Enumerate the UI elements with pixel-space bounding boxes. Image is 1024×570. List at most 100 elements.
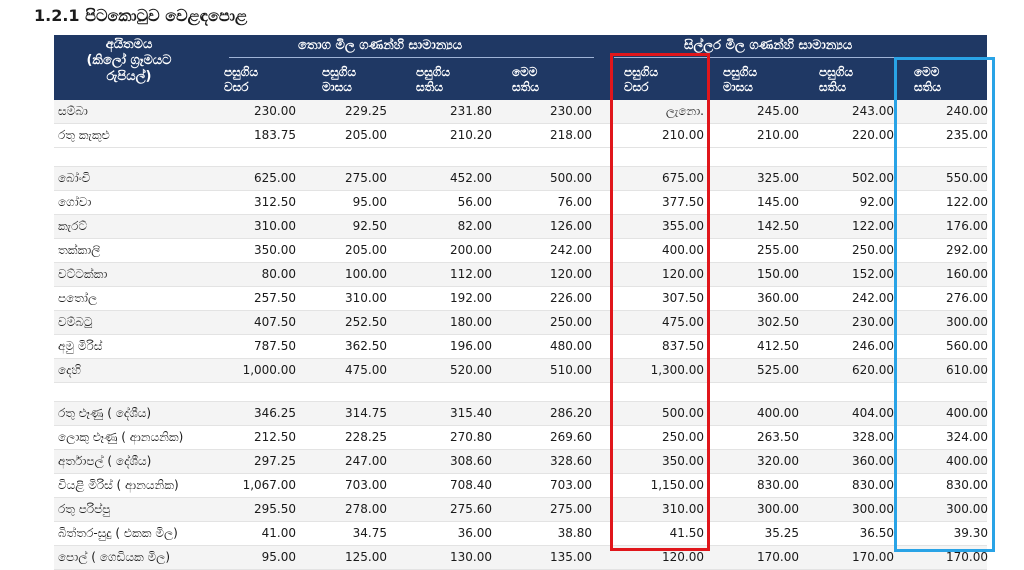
table-row: පොල් ( ගෙඩියක මිල) 95.00 125.00 130.00 135.0…: [54, 546, 988, 570]
item-name: දෙහි: [58, 363, 81, 377]
price-cell: 502.00: [852, 171, 894, 185]
price-cell: 126.00: [550, 219, 592, 233]
price-cell: 300.00: [946, 502, 988, 516]
table-row: දෙහි 1,000.00 475.00 520.00 510.00 1,300.00 52…: [54, 359, 988, 383]
price-cell: 830.00: [852, 478, 894, 492]
sub-header-5: පසුගිය මාසය: [723, 65, 757, 94]
price-cell: 76.00: [557, 195, 592, 209]
item-name: ගෝවා: [58, 195, 92, 209]
price-cell: 703.00: [550, 478, 592, 492]
price-cell: 310.00: [345, 291, 387, 305]
price-cell: 80.00: [261, 267, 296, 281]
price-cell: 39.30: [953, 526, 988, 540]
price-cell: 452.00: [450, 171, 492, 185]
price-cell: 275.00: [345, 171, 387, 185]
sub-header-7: මෙම සතිය: [914, 65, 942, 94]
price-cell: 250.00: [662, 430, 704, 444]
price-cell: 1,150.00: [650, 478, 704, 492]
price-cell: 220.00: [852, 128, 894, 142]
price-cell: 36.00: [457, 526, 492, 540]
price-cell: 243.00: [852, 104, 894, 118]
item-name: බිත්තර-සුදු ( එකක මිල): [58, 526, 178, 540]
price-cell: 325.00: [757, 171, 799, 185]
table-row: බෝංචි 625.00 275.00 452.00 500.00 675.00 325.0…: [54, 167, 988, 191]
sub-header-1: පසුගිය මාසය: [322, 65, 356, 94]
price-cell: 400.00: [946, 454, 988, 468]
table-row: රතු ළූණු ( දේශීය) 346.25 314.75 315.40 286.2…: [54, 402, 988, 426]
price-cell: 100.00: [345, 267, 387, 281]
price-cell: 312.50: [254, 195, 296, 209]
table-row: වම්බටු 407.50 252.50 180.00 250.00 475.00 302.…: [54, 311, 988, 335]
price-cell: 355.00: [662, 219, 704, 233]
price-cell: 703.00: [345, 478, 387, 492]
item-name: වම්බටු: [58, 315, 93, 329]
table-row: වට්ටක්කා 80.00 100.00 112.00 120.00 120.00 150…: [54, 263, 988, 287]
price-cell: 328.60: [550, 454, 592, 468]
price-cell: 183.75: [254, 128, 296, 142]
price-cell: 95.00: [352, 195, 387, 209]
price-cell: 500.00: [550, 171, 592, 185]
price-cell: 269.60: [550, 430, 592, 444]
price-cell: 210.20: [450, 128, 492, 142]
price-cell: 708.40: [450, 478, 492, 492]
price-cell: 360.00: [852, 454, 894, 468]
price-cell: 34.75: [352, 526, 387, 540]
price-cell: 230.00: [550, 104, 592, 118]
price-cell: 362.50: [345, 339, 387, 353]
item-name: ලොකු ළූණු ( ආනයනික): [58, 430, 184, 444]
price-cell: 308.60: [450, 454, 492, 468]
price-cell: 480.00: [550, 339, 592, 353]
price-cell: 1,067.00: [242, 478, 296, 492]
price-cell: 1,000.00: [242, 363, 296, 377]
price-cell: 145.00: [757, 195, 799, 209]
price-cell: 625.00: [254, 171, 296, 185]
price-cell: 525.00: [757, 363, 799, 377]
retail-group-header: සිල්ලර මිල ගණන්හි සාමාන්‍යය: [684, 38, 853, 53]
price-cell: 122.00: [946, 195, 988, 209]
price-cell: 787.50: [254, 339, 296, 353]
price-cell: 300.00: [757, 502, 799, 516]
price-cell: 36.50: [859, 526, 894, 540]
price-cell: 500.00: [662, 406, 704, 420]
sub-header-3: මෙම සතිය: [512, 65, 540, 94]
price-cell: 135.00: [550, 550, 592, 564]
price-cell: 307.50: [662, 291, 704, 305]
table-row: ගෝවා 312.50 95.00 56.00 76.00 377.50 145.00 92.…: [54, 191, 988, 215]
price-cell: 230.00: [852, 315, 894, 329]
price-cell: 255.00: [757, 243, 799, 257]
price-cell: 328.00: [852, 430, 894, 444]
sub-header-0: පසුගිය වසර: [224, 65, 258, 94]
page-title: 1.2.1 පිටකොටුව වෙළඳපොළ: [34, 6, 248, 25]
price-cell: 130.00: [450, 550, 492, 564]
table-row: බිත්තර-සුදු ( එකක මිල) 41.00 34.75 36.00 38.…: [54, 522, 988, 546]
price-cell: 278.00: [345, 502, 387, 516]
price-cell: 407.50: [254, 315, 296, 329]
price-cell: 152.00: [852, 267, 894, 281]
price-cell: 310.00: [254, 219, 296, 233]
price-cell: 210.00: [757, 128, 799, 142]
price-cell: 550.00: [946, 171, 988, 185]
item-name: සම්බා: [58, 104, 88, 118]
price-cell: 520.00: [450, 363, 492, 377]
item-name: කැරට්: [58, 219, 87, 233]
price-cell: 200.00: [450, 243, 492, 257]
price-cell: 247.00: [345, 454, 387, 468]
price-cell: 270.80: [450, 430, 492, 444]
price-cell: 276.00: [946, 291, 988, 305]
item-name: වට්ටක්කා: [58, 267, 108, 281]
price-cell: 412.50: [757, 339, 799, 353]
price-cell: 92.00: [859, 195, 894, 209]
item-name: රතු පරිප්පු: [58, 502, 111, 516]
price-cell: 242.00: [852, 291, 894, 305]
price-cell: 160.00: [946, 267, 988, 281]
price-cell: 35.25: [764, 526, 799, 540]
item-name: පතෝල: [58, 291, 98, 305]
item-name: අර්තාපල් ( දේශීය): [58, 454, 152, 468]
price-cell: 205.00: [345, 128, 387, 142]
table-row: තක්කාලි 350.00 205.00 200.00 242.00 400.00 255…: [54, 239, 988, 263]
price-cell: 125.00: [345, 550, 387, 564]
price-cell: 310.00: [662, 502, 704, 516]
price-cell: 400.00: [946, 406, 988, 420]
table-header: අයිතමය (කිලෝ ග්‍රෑමයට රුපියල්) තොග මිල ග…: [54, 35, 987, 100]
item-column-header: අයිතමය (කිලෝ ග්‍රෑමයට රුපියල්): [86, 37, 172, 84]
